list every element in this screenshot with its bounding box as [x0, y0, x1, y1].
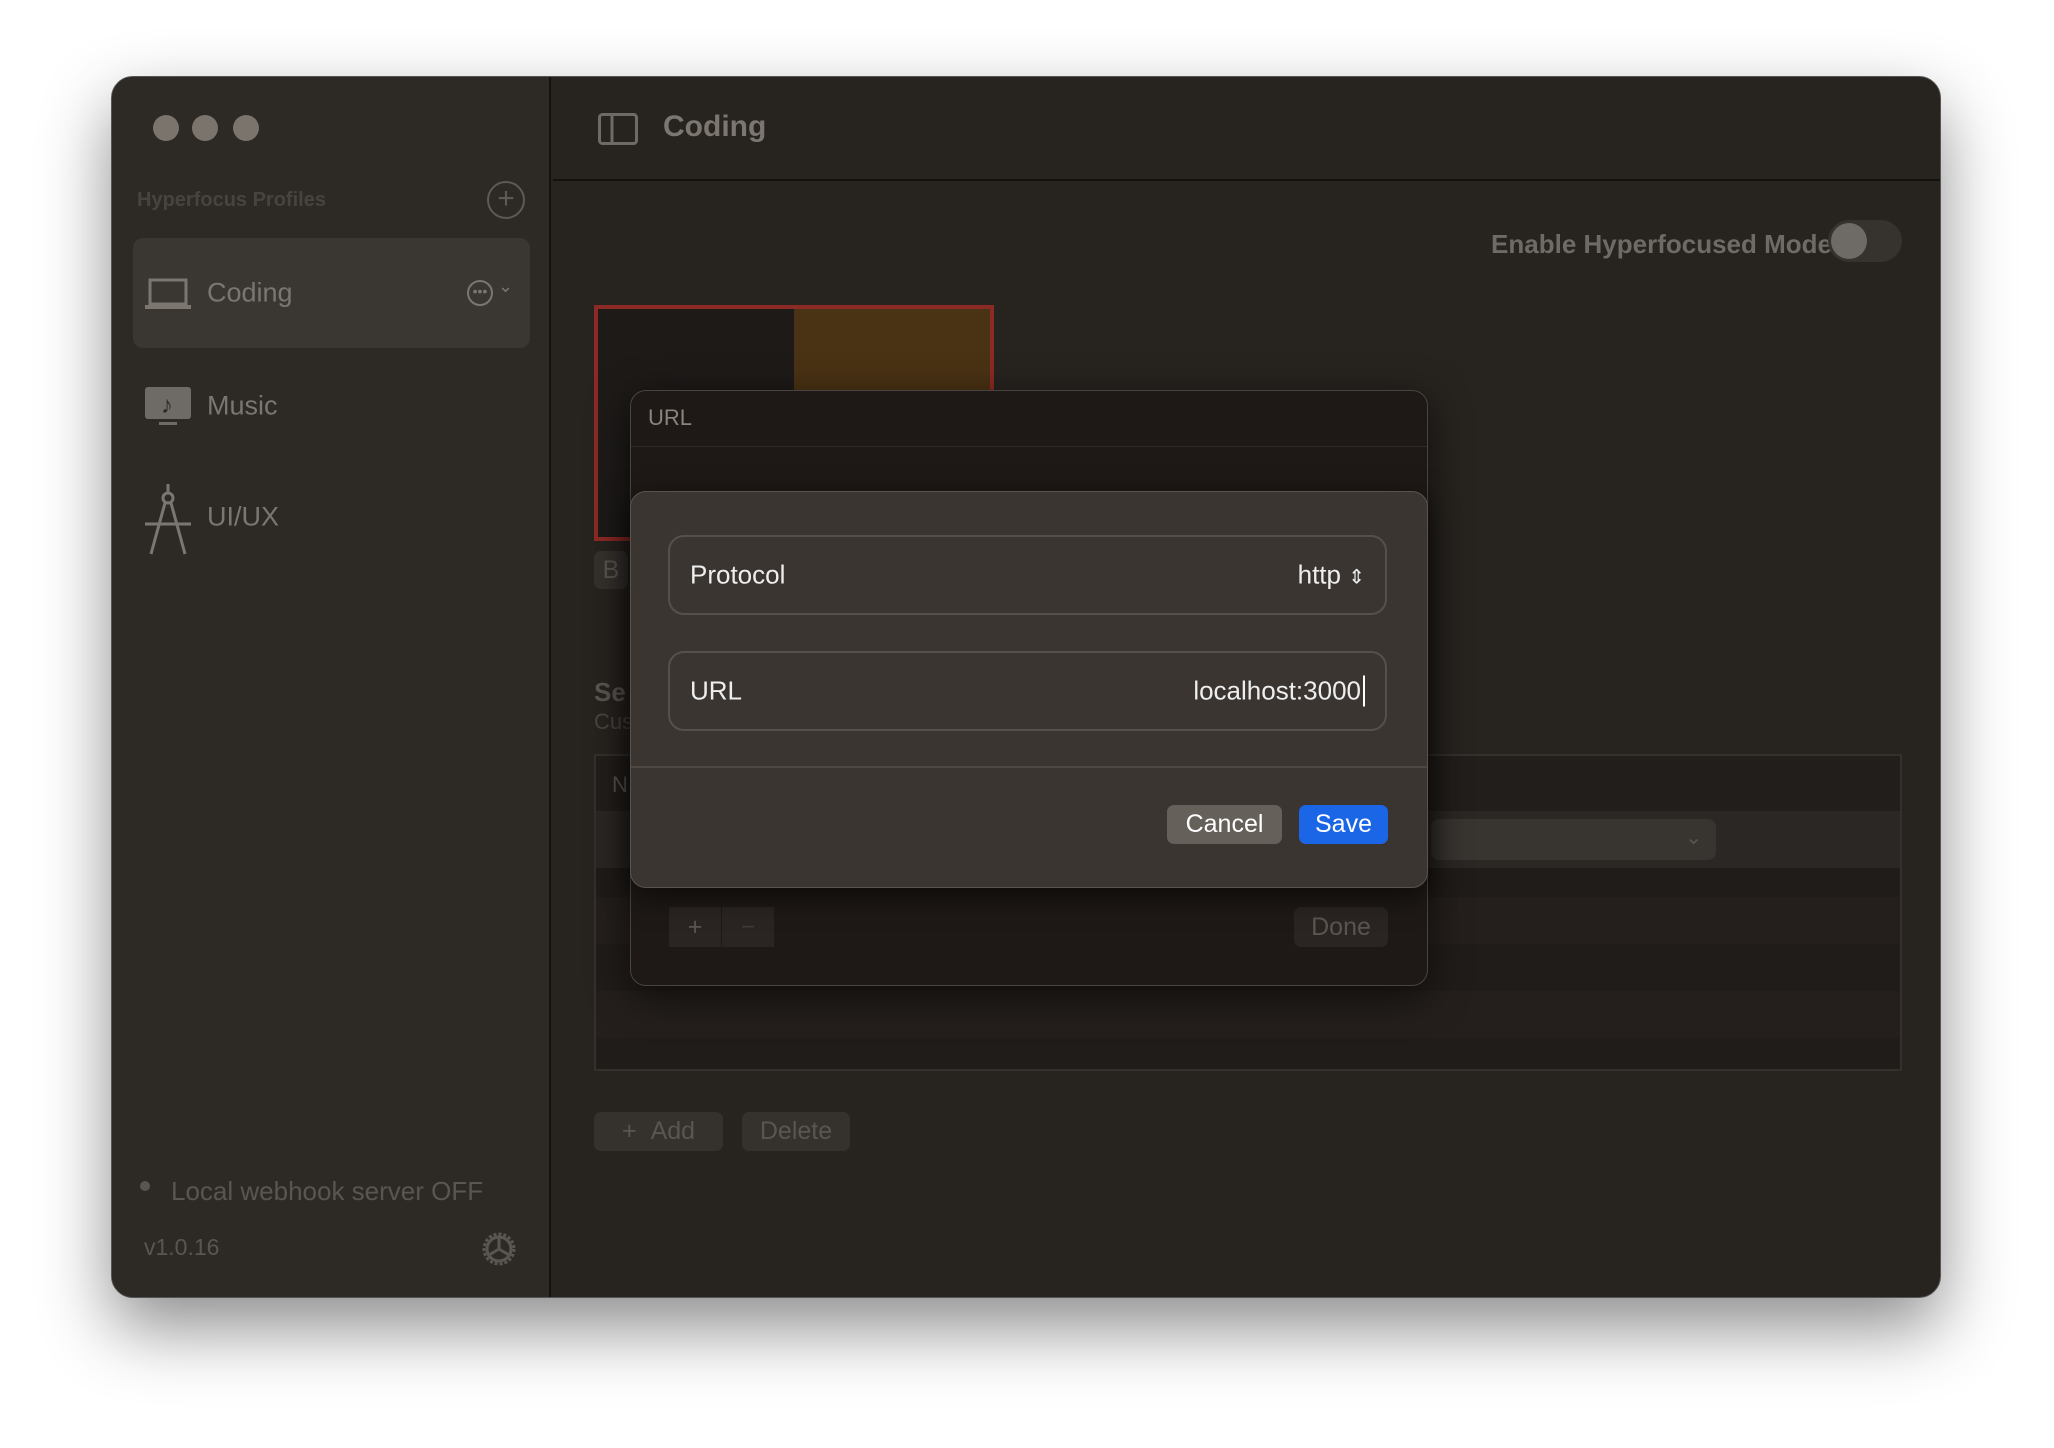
plus-icon: +	[621, 1117, 637, 1145]
row-dropdown[interactable]: ⌄	[1431, 819, 1716, 860]
remove-row-button[interactable]: −	[722, 907, 774, 947]
section-heading: Se	[594, 677, 626, 707]
protocol-select[interactable]: Protocol http ⇕	[668, 535, 1387, 615]
toolbar: Coding	[553, 77, 1940, 181]
section-title: Hyperfocus Profiles	[137, 189, 326, 211]
sidebar-item-label: Music	[207, 390, 278, 421]
laptop-icon	[145, 278, 191, 309]
sidebar-item-label: UI/UX	[207, 501, 280, 532]
done-button[interactable]: Done	[1294, 907, 1388, 947]
sidebar-item-uiux[interactable]: UI/UX	[133, 462, 530, 572]
url-sheet: Protocol http ⇕ URL localhost:3000 Cance…	[630, 491, 1428, 888]
more-options-icon[interactable]: •••	[467, 280, 493, 306]
sidebar-toggle-icon[interactable]	[598, 113, 638, 145]
protocol-value: http	[1297, 559, 1341, 590]
minimize-window-button[interactable]	[192, 115, 218, 141]
url-field[interactable]: URL localhost:3000	[668, 651, 1387, 731]
sidebar-item-coding[interactable]: Coding ••• ⌄	[133, 238, 530, 348]
app-window: Hyperfocus Profiles + Coding ••• ⌄ ♪ Mus…	[111, 76, 1941, 1298]
close-window-button[interactable]	[153, 115, 179, 141]
add-profile-button[interactable]: +	[487, 181, 525, 219]
add-row-button[interactable]: +	[669, 907, 721, 947]
partial-button[interactable]: B	[594, 551, 628, 589]
protocol-label: Protocol	[690, 559, 786, 590]
url-dialog: URL + − Done Protocol http ⇕ URL localho…	[630, 390, 1428, 986]
cancel-button[interactable]: Cancel	[1167, 805, 1282, 844]
section-subtitle: Cus	[594, 709, 634, 734]
url-label: URL	[690, 675, 743, 706]
up-down-chevron-icon: ⇕	[1348, 566, 1365, 589]
url-input[interactable]: localhost:3000	[1193, 675, 1365, 707]
add-button[interactable]: + Add	[594, 1112, 723, 1151]
gear-icon[interactable]	[479, 1229, 519, 1269]
compass-icon	[145, 484, 191, 555]
version-label: v1.0.16	[144, 1234, 220, 1260]
chevron-down-icon[interactable]: ⌄	[498, 276, 513, 297]
zoom-window-button[interactable]	[233, 115, 259, 141]
delete-button[interactable]: Delete	[742, 1112, 850, 1151]
sidebar-item-label: Coding	[207, 277, 293, 308]
sidebar: Hyperfocus Profiles + Coding ••• ⌄ ♪ Mus…	[112, 77, 551, 1297]
svg-text:♪: ♪	[161, 392, 173, 419]
hyperfocus-toggle[interactable]	[1828, 220, 1902, 262]
sidebar-item-music[interactable]: ♪ Music	[133, 351, 530, 461]
toggle-label: Enable Hyperfocused Mode	[1491, 229, 1832, 259]
save-button[interactable]: Save	[1299, 805, 1388, 844]
music-icon: ♪	[145, 387, 191, 425]
page-title: Coding	[663, 110, 767, 143]
dialog-title: URL	[648, 405, 693, 430]
status-dot	[140, 1181, 150, 1191]
webhook-status: Local webhook server OFF	[171, 1176, 484, 1206]
